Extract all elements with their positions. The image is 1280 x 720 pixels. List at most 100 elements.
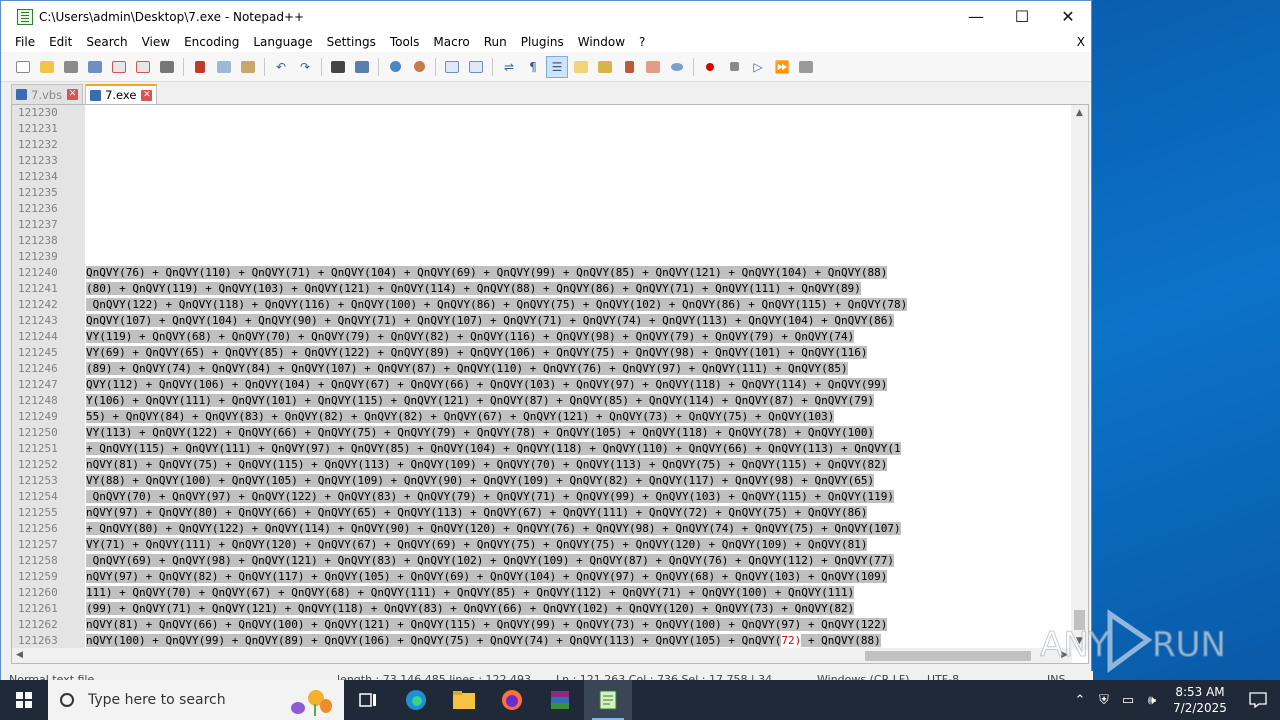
security-icon[interactable]: ⛨ bbox=[1092, 693, 1116, 708]
tab-7-vbs[interactable]: 7.vbs ✕ bbox=[11, 84, 84, 104]
menu-macro[interactable]: Macro bbox=[426, 32, 476, 52]
print-icon[interactable] bbox=[156, 56, 178, 78]
close-file-icon[interactable] bbox=[108, 56, 130, 78]
show-all-chars-icon[interactable]: ¶ bbox=[522, 56, 544, 78]
code-line[interactable] bbox=[86, 185, 1072, 201]
folder-as-workspace-icon[interactable] bbox=[642, 56, 664, 78]
monitoring-icon[interactable] bbox=[666, 56, 688, 78]
horizontal-scroll-thumb[interactable] bbox=[865, 651, 1031, 661]
save-icon[interactable] bbox=[60, 56, 82, 78]
network-icon[interactable]: ▭ bbox=[1116, 693, 1140, 708]
play-macro-icon[interactable]: ▷ bbox=[747, 56, 769, 78]
menu-edit[interactable]: Edit bbox=[42, 32, 79, 52]
code-line[interactable]: QnQVY(69) + QnQVY(98) + QnQVY(121) + QnQ… bbox=[86, 553, 1072, 569]
code-line[interactable] bbox=[86, 201, 1072, 217]
code-line[interactable] bbox=[86, 169, 1072, 185]
menu-search[interactable]: Search bbox=[79, 32, 134, 52]
lang-define-icon[interactable] bbox=[570, 56, 592, 78]
record-macro-icon[interactable] bbox=[699, 56, 721, 78]
taskbar-firefox[interactable] bbox=[488, 680, 536, 720]
doc-map-icon[interactable] bbox=[594, 56, 616, 78]
taskbar-winrar[interactable] bbox=[536, 680, 584, 720]
code-line[interactable]: nQVY(81) + QnQVY(66) + QnQVY(100) + QnQV… bbox=[86, 617, 1072, 633]
code-line[interactable]: Y(106) + QnQVY(111) + QnQVY(101) + QnQVY… bbox=[86, 393, 1072, 409]
tab-7-exe[interactable]: 7.exe ✕ bbox=[85, 84, 158, 104]
sync-horizontal-icon[interactable] bbox=[465, 56, 487, 78]
zoom-out-icon[interactable] bbox=[408, 56, 430, 78]
taskbar-file-explorer[interactable] bbox=[440, 680, 488, 720]
zoom-in-icon[interactable] bbox=[384, 56, 406, 78]
editor-area[interactable]: 121230 121231 121232 121233 121234 121235 1212… bbox=[11, 104, 1089, 664]
code-line[interactable]: nQVY(97) + QnQVY(80) + QnQVY(66) + QnQVY… bbox=[86, 505, 1072, 521]
taskbar-edge[interactable] bbox=[392, 680, 440, 720]
code-line[interactable]: + QnQVY(80) + QnQVY(122) + QnQVY(114) + … bbox=[86, 521, 1072, 537]
menu-help[interactable]: ? bbox=[632, 32, 652, 52]
menu-language[interactable]: Language bbox=[246, 32, 319, 52]
menu-file[interactable]: File bbox=[8, 32, 42, 52]
taskbar-search-box[interactable]: Type here to search bbox=[48, 680, 344, 720]
replace-icon[interactable] bbox=[351, 56, 373, 78]
scroll-up-icon[interactable]: ▲ bbox=[1071, 105, 1088, 122]
close-button[interactable]: ✕ bbox=[1045, 1, 1091, 32]
taskbar-notepadpp[interactable] bbox=[584, 680, 632, 720]
scroll-left-icon[interactable]: ◀ bbox=[16, 648, 23, 663]
menu-encoding[interactable]: Encoding bbox=[177, 32, 246, 52]
clock[interactable]: 8:53 AM 7/2/2025 bbox=[1164, 684, 1236, 716]
maximize-button[interactable]: ☐ bbox=[999, 1, 1045, 32]
menu-window[interactable]: Window bbox=[571, 32, 632, 52]
show-hidden-icons-icon[interactable]: ⌃ bbox=[1068, 693, 1092, 708]
code-line[interactable]: VY(113) + QnQVY(122) + QnQVY(66) + QnQVY… bbox=[86, 425, 1072, 441]
code-line[interactable]: QnQVY(122) + QnQVY(118) + QnQVY(116) + Q… bbox=[86, 297, 1072, 313]
find-icon[interactable] bbox=[327, 56, 349, 78]
code-line[interactable]: QnQVY(70) + QnQVY(97) + QnQVY(122) + QnQ… bbox=[86, 489, 1072, 505]
open-file-icon[interactable] bbox=[36, 56, 58, 78]
save-macro-icon[interactable] bbox=[795, 56, 817, 78]
copy-icon[interactable] bbox=[213, 56, 235, 78]
menu-view[interactable]: View bbox=[135, 32, 177, 52]
code-line[interactable] bbox=[86, 217, 1072, 233]
code-line[interactable]: VY(88) + QnQVY(100) + QnQVY(105) + QnQVY… bbox=[86, 473, 1072, 489]
menu-tools[interactable]: Tools bbox=[383, 32, 427, 52]
code-line[interactable] bbox=[86, 233, 1072, 249]
redo-icon[interactable]: ↷ bbox=[294, 56, 316, 78]
code-line[interactable]: QVY(112) + QnQVY(106) + QnQVY(104) + QnQ… bbox=[86, 377, 1072, 393]
code-line[interactable] bbox=[86, 121, 1072, 137]
code-line[interactable] bbox=[86, 153, 1072, 169]
menu-plugins[interactable]: Plugins bbox=[514, 32, 571, 52]
indent-guide-icon[interactable]: ☰ bbox=[546, 55, 568, 78]
code-text[interactable]: QnQVY(76) + QnQVY(110) + QnQVY(71) + QnQ… bbox=[86, 105, 1072, 650]
code-line[interactable]: nQVY(97) + QnQVY(82) + QnQVY(117) + QnQV… bbox=[86, 569, 1072, 585]
stop-macro-icon[interactable] bbox=[723, 56, 745, 78]
vertical-scrollbar[interactable]: ▲ ▼ bbox=[1071, 105, 1088, 650]
code-line[interactable]: 111) + QnQVY(70) + QnQVY(67) + QnQVY(68)… bbox=[86, 585, 1072, 601]
function-list-icon[interactable] bbox=[618, 56, 640, 78]
close-document-button[interactable]: X bbox=[1077, 32, 1085, 52]
code-line[interactable]: 55) + QnQVY(84) + QnQVY(83) + QnQVY(82) … bbox=[86, 409, 1072, 425]
code-line[interactable]: VY(119) + QnQVY(68) + QnQVY(70) + QnQVY(… bbox=[86, 329, 1072, 345]
undo-icon[interactable]: ↶ bbox=[270, 56, 292, 78]
paste-icon[interactable] bbox=[237, 56, 259, 78]
code-line[interactable]: QnQVY(107) + QnQVY(104) + QnQVY(90) + Qn… bbox=[86, 313, 1072, 329]
word-wrap-icon[interactable]: ⇌ bbox=[498, 56, 520, 78]
code-line[interactable]: (99) + QnQVY(71) + QnQVY(121) + QnQVY(11… bbox=[86, 601, 1072, 617]
code-line[interactable]: QnQVY(76) + QnQVY(110) + QnQVY(71) + QnQ… bbox=[86, 265, 1072, 281]
code-line[interactable] bbox=[86, 105, 1072, 121]
code-line[interactable]: VY(71) + QnQVY(111) + QnQVY(120) + QnQVY… bbox=[86, 537, 1072, 553]
tab-close-icon[interactable]: ✕ bbox=[67, 89, 79, 100]
code-line[interactable]: (80) + QnQVY(119) + QnQVY(103) + QnQVY(1… bbox=[86, 281, 1072, 297]
sync-vertical-icon[interactable] bbox=[441, 56, 463, 78]
cut-icon[interactable] bbox=[189, 56, 211, 78]
new-file-icon[interactable] bbox=[12, 56, 34, 78]
volume-icon[interactable]: 🕪 bbox=[1140, 693, 1164, 708]
code-line[interactable]: + QnQVY(115) + QnQVY(111) + QnQVY(97) + … bbox=[86, 441, 1072, 457]
menu-settings[interactable]: Settings bbox=[320, 32, 383, 52]
code-line[interactable]: VY(69) + QnQVY(65) + QnQVY(85) + QnQVY(1… bbox=[86, 345, 1072, 361]
close-all-icon[interactable] bbox=[132, 56, 154, 78]
tab-close-icon[interactable]: ✕ bbox=[141, 89, 153, 101]
run-macro-multiple-icon[interactable]: ⏩ bbox=[771, 56, 793, 78]
title-bar[interactable]: C:\Users\admin\Desktop\7.exe - Notepad++… bbox=[1, 1, 1091, 32]
menu-run[interactable]: Run bbox=[477, 32, 514, 52]
code-line[interactable]: (89) + QnQVY(74) + QnQVY(84) + QnQVY(107… bbox=[86, 361, 1072, 377]
code-line[interactable]: nQVY(100) + QnQVY(99) + QnQVY(89) + QnQV… bbox=[86, 633, 1072, 649]
start-button[interactable] bbox=[0, 680, 48, 720]
